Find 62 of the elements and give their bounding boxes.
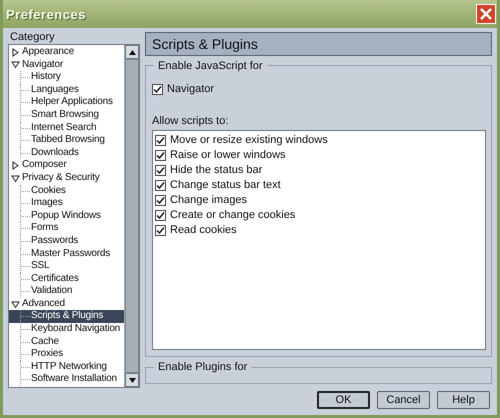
tree-item[interactable]: Composer (9, 159, 124, 172)
checkbox[interactable] (155, 194, 166, 206)
close-button[interactable] (476, 4, 496, 24)
checkbox[interactable] (155, 134, 166, 146)
javascript-group: Enable JavaScript for Navigator Allow scripts to: Move or resize existing windows Raise or lower windows Hide the status bar Change status bar text Change images Create or change cookies Read cookies (145, 60, 492, 357)
tree-item[interactable]: SSL (9, 260, 124, 273)
plugins-group: Enable Plugins for (145, 361, 492, 384)
option-label: Create or change cookies (170, 209, 296, 222)
allow-scripts-label: Allow scripts to: (152, 114, 230, 127)
option-label: Navigator (167, 83, 214, 96)
dialog-button[interactable]: Help (437, 391, 490, 409)
up-arrow-icon[interactable] (128, 50, 136, 54)
window-title: Preferences (6, 6, 86, 22)
tree-item[interactable]: HTTP Networking (9, 360, 124, 374)
option-label: Read cookies (170, 224, 237, 236)
checkbox[interactable] (155, 224, 166, 236)
expanded-triangle-icon[interactable] (11, 300, 20, 309)
tree-item[interactable]: Smart Browsing (9, 108, 124, 122)
checkbox[interactable] (155, 164, 166, 176)
tree-item[interactable]: Cookies (9, 184, 124, 198)
tree-item[interactable]: Certificates (9, 272, 124, 286)
tree-item[interactable]: Appearance (9, 46, 124, 59)
tree-item[interactable]: Scripts & Plugins (9, 310, 124, 324)
tree-item[interactable]: Popup Windows (9, 210, 124, 222)
checkbox[interactable] (155, 210, 166, 221)
tree-item[interactable]: Internet Search (9, 122, 124, 134)
option-label: Move or resize existing windows (170, 134, 328, 146)
option-label: Raise or lower windows (170, 149, 286, 162)
tree-item[interactable]: Passwords (9, 234, 124, 248)
tree-item[interactable]: History (9, 71, 124, 84)
option-label: Change status bar text (170, 179, 281, 192)
option-label: Change images (170, 194, 248, 206)
tree-item[interactable]: Tabbed Browsing (9, 134, 124, 147)
expanded-triangle-icon[interactable] (11, 60, 20, 70)
tree-item[interactable]: Software Installation (9, 373, 124, 386)
panel-title: Scripts & Plugins (145, 32, 492, 56)
tree-item[interactable]: Keyboard Navigation (9, 323, 124, 336)
dialog-button[interactable]: Cancel (377, 391, 430, 409)
collapsed-triangle-icon[interactable] (11, 161, 20, 170)
checkbox[interactable] (155, 180, 166, 191)
tree-item[interactable]: Master Passwords (9, 248, 124, 260)
collapsed-triangle-icon[interactable] (11, 48, 20, 57)
expanded-triangle-icon[interactable] (11, 174, 20, 183)
checkmark-icon (153, 84, 162, 94)
tree-item[interactable]: Languages (9, 84, 124, 96)
dialog-button[interactable]: OK (317, 391, 370, 409)
tree-item[interactable]: Proxies (9, 348, 124, 361)
checkbox[interactable] (155, 150, 166, 161)
option-label: Hide the status bar (170, 164, 262, 176)
tree-item[interactable]: Privacy & Security (9, 172, 124, 185)
tree-item[interactable]: Validation (9, 285, 124, 298)
tree-item[interactable]: Advanced (9, 298, 124, 310)
category-label: Category (9, 30, 56, 44)
tree-item[interactable]: Forms (9, 222, 124, 235)
tree-item[interactable]: Images (9, 197, 124, 210)
scrollbar[interactable] (124, 45, 139, 387)
tree-item[interactable]: Helper Applications (9, 96, 124, 109)
down-arrow-icon[interactable] (128, 378, 136, 382)
checkbox[interactable] (152, 84, 163, 95)
tree-item[interactable]: Cache (9, 336, 124, 348)
tree-item[interactable]: Downloads (9, 146, 124, 160)
tree-item[interactable]: Navigator (9, 58, 124, 72)
